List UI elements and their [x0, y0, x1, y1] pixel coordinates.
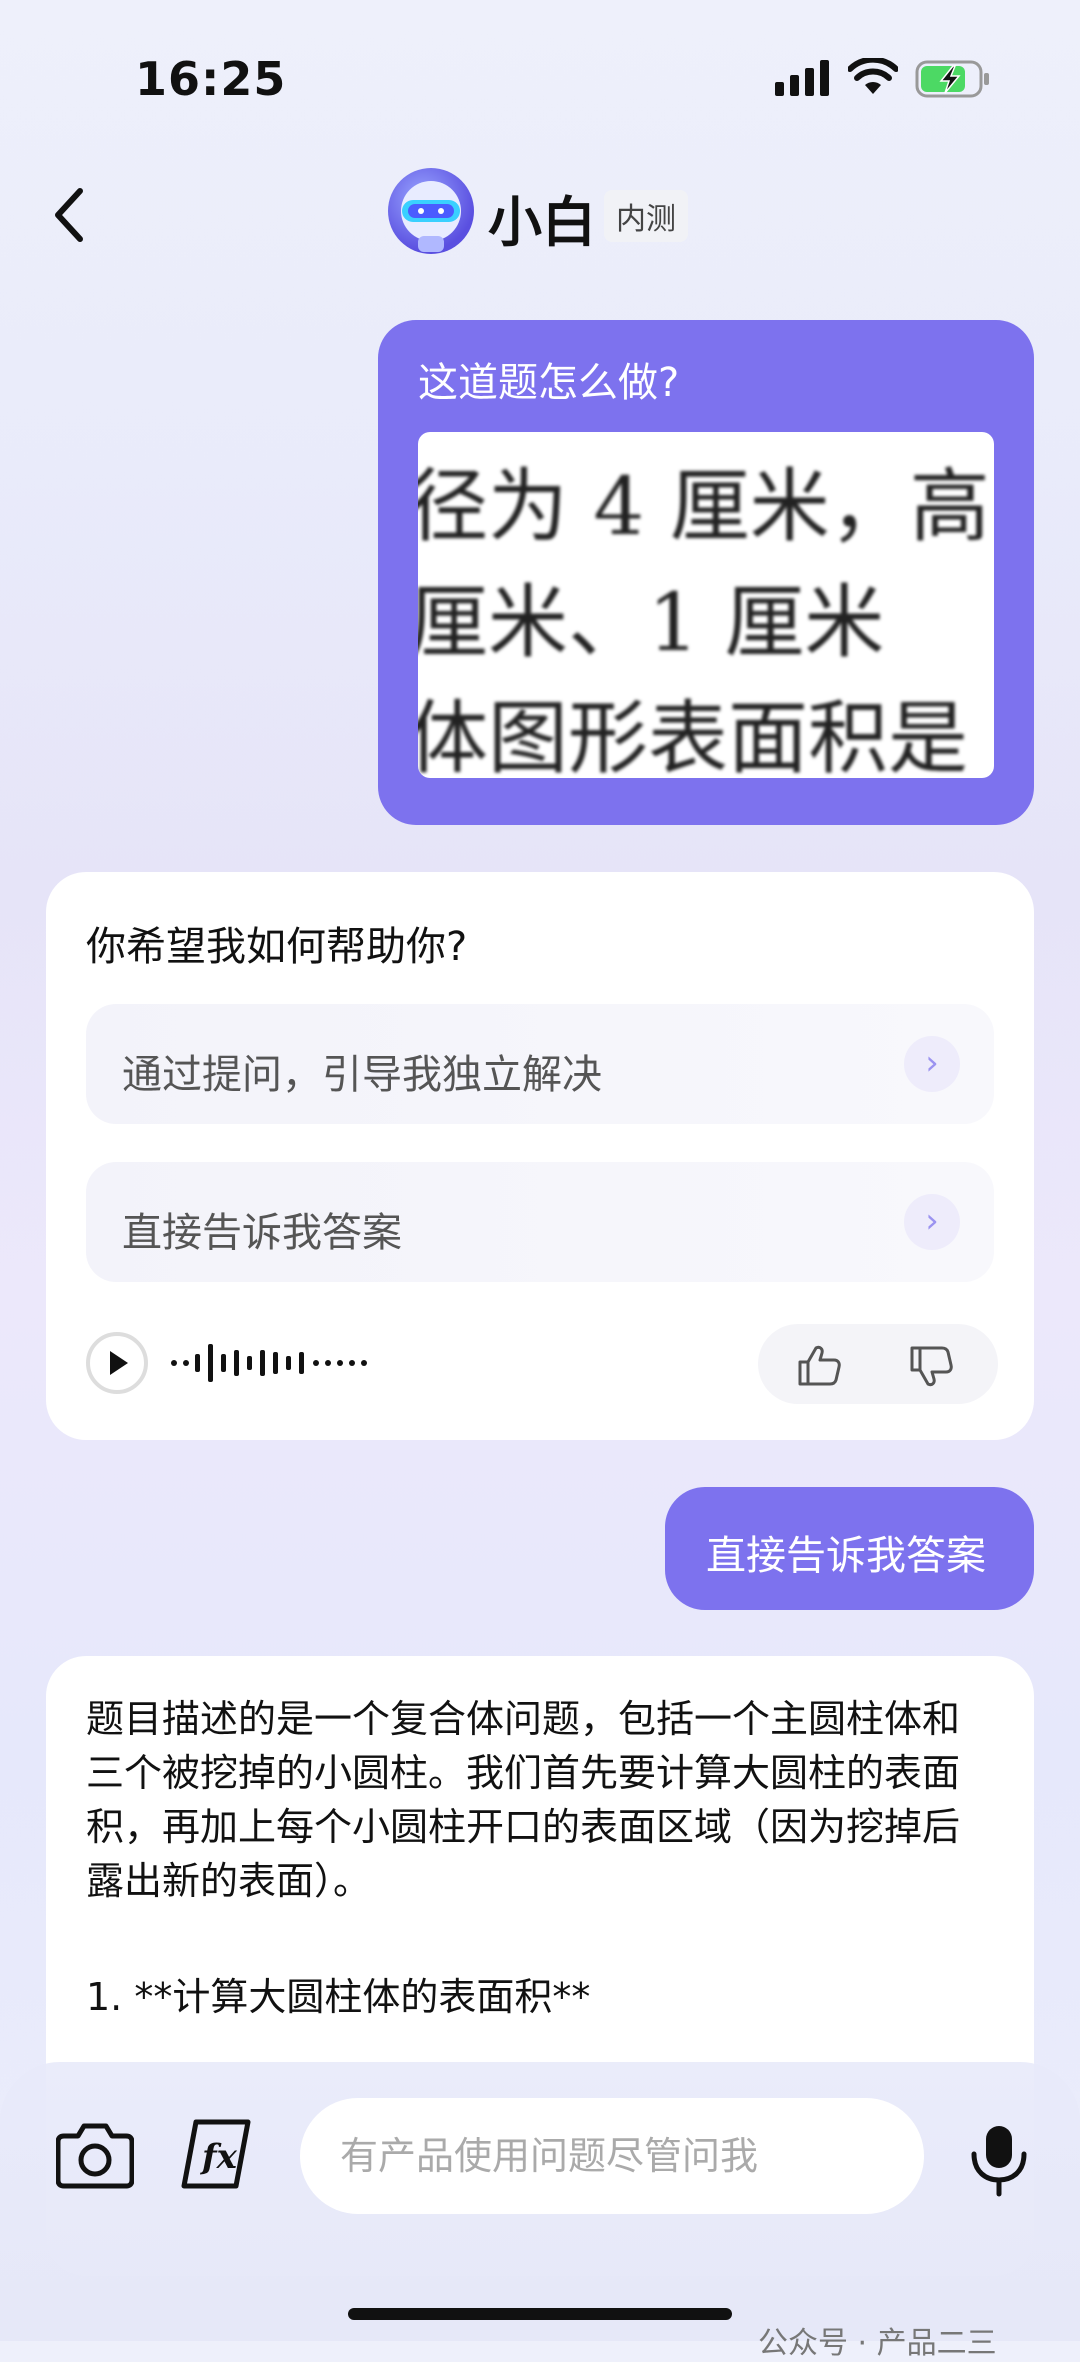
svg-text:fx: fx — [200, 2137, 238, 2177]
battery-charging-icon — [915, 60, 989, 98]
audio-waveform-icon — [171, 1344, 367, 1382]
chevron-right-icon: › — [904, 1036, 960, 1092]
play-icon — [110, 1351, 128, 1375]
cellular-signal-icon — [775, 60, 829, 96]
answer-step-heading: 1. **计算大圆柱体的表面积** — [86, 1975, 591, 2019]
assistant-message-card: 你希望我如何帮助你? 通过提问，引导我独立解决 › 直接告诉我答案 › — [46, 872, 1034, 1440]
question-image[interactable]: 径为 4 厘米，高 厘米、1 厘米 体图形表面积是 — [418, 432, 994, 778]
question-image-line: 厘米、1 厘米 — [418, 576, 885, 669]
feedback-group — [758, 1324, 998, 1404]
option-direct-answer-button[interactable]: 直接告诉我答案 › — [86, 1162, 994, 1282]
user-question-text: 这道题怎么做? — [418, 360, 680, 406]
robot-avatar-icon — [401, 181, 461, 252]
camera-icon[interactable] — [56, 2118, 134, 2190]
question-image-line: 体图形表面积是 — [418, 692, 968, 778]
thumbs-up-icon[interactable] — [796, 1342, 842, 1388]
back-icon[interactable] — [50, 185, 90, 245]
beta-badge: 内测 — [604, 190, 688, 242]
watermark-text: 公众号 · 产品二三 — [758, 2326, 997, 2361]
help-prompt-text: 你希望我如何帮助你? — [86, 924, 468, 970]
option-label: 通过提问，引导我独立解决 — [122, 1052, 602, 1098]
home-indicator[interactable] — [348, 2308, 732, 2320]
play-audio-button[interactable] — [86, 1332, 148, 1394]
mic-icon[interactable] — [964, 2122, 1034, 2198]
ask-input[interactable] — [300, 2098, 924, 2214]
thumbs-down-icon[interactable] — [908, 1344, 954, 1390]
wifi-icon — [848, 58, 898, 94]
answer-text: 题目描述的是一个复合体问题，包括一个主圆柱体和三个被挖掉的小圆柱。我们首先要计算… — [86, 1697, 961, 1903]
avatar — [388, 168, 474, 254]
status-time: 16:25 — [135, 52, 287, 106]
question-image-line: 径为 4 厘米，高 — [418, 460, 990, 553]
bot-name: 小白 — [488, 191, 596, 254]
formula-icon[interactable]: fx — [178, 2118, 254, 2190]
option-guide-me-button[interactable]: 通过提问，引导我独立解决 › — [86, 1004, 994, 1124]
user-message-bubble: 直接告诉我答案 — [665, 1487, 1034, 1610]
chevron-right-icon: › — [904, 1194, 960, 1250]
user-message-bubble: 这道题怎么做? 径为 4 厘米，高 厘米、1 厘米 体图形表面积是 — [378, 320, 1034, 825]
option-label: 直接告诉我答案 — [122, 1210, 402, 1256]
user-reply-text: 直接告诉我答案 — [706, 1533, 986, 1579]
